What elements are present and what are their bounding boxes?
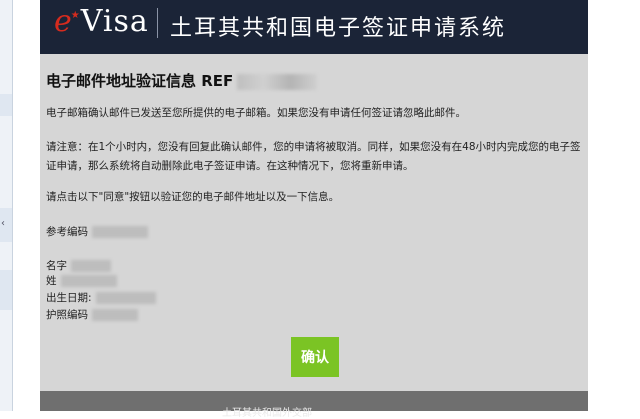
email-panel: e★Visa 土耳其共和国电子签证申请系统 电子邮件地址验证信息 REF 电子邮…: [40, 0, 588, 411]
name-field: 名字: [46, 258, 111, 273]
confirm-button[interactable]: 确认: [291, 337, 339, 377]
sidebar-tab[interactable]: [0, 270, 12, 310]
logo-text: Visa: [80, 4, 149, 39]
evisa-logo[interactable]: e★Visa: [54, 4, 149, 39]
name-label: 名字: [46, 260, 67, 272]
redacted-value: [95, 292, 156, 304]
logo-prefix: e: [54, 4, 73, 39]
redacted-value: [71, 260, 111, 272]
header-title: 土耳其共和国电子签证申请系统: [170, 16, 507, 41]
star-icon: ★: [70, 10, 81, 21]
sidebar-glyph-icon: ‹: [1, 218, 5, 229]
evisa-header: e★Visa 土耳其共和国电子签证申请系统: [40, 0, 588, 54]
reference-label: 参考编码: [46, 226, 88, 238]
redacted-reference: [237, 73, 318, 90]
header-divider: [157, 8, 158, 38]
left-sidebar-strip: ‹: [0, 0, 13, 411]
surname-label: 姓: [46, 275, 57, 287]
footer-text: 土耳其共和国外交部: [222, 408, 312, 419]
email-heading: 电子邮件地址验证信息 REF: [46, 70, 318, 91]
redacted-value: [60, 275, 117, 287]
passport-label: 护照编码: [46, 309, 88, 321]
dob-field: 出生日期:: [46, 290, 156, 305]
sidebar-tab[interactable]: [0, 94, 12, 116]
surname-field: 姓: [46, 273, 117, 288]
redacted-value: [92, 309, 138, 321]
instruction-paragraph: 请点击以下"同意"按钮以验证您的电子邮件地址以及一下信息。: [46, 191, 340, 203]
notice-paragraph: 请注意：在1个小时内，您没有回复此确认邮件，您的申请将被取消。同样，如果您没有在…: [46, 141, 581, 172]
footer-bar: [40, 391, 588, 411]
reference-field: 参考编码: [46, 224, 148, 239]
dob-label: 出生日期:: [46, 292, 92, 304]
passport-field: 护照编码: [46, 307, 138, 322]
intro-paragraph: 电子邮箱确认邮件已发送至您所提供的电子邮箱。如果您没有申请任何签证请忽略此邮件。: [46, 107, 466, 119]
heading-text: 电子邮件地址验证信息 REF: [46, 72, 234, 90]
redacted-value: [92, 226, 148, 238]
